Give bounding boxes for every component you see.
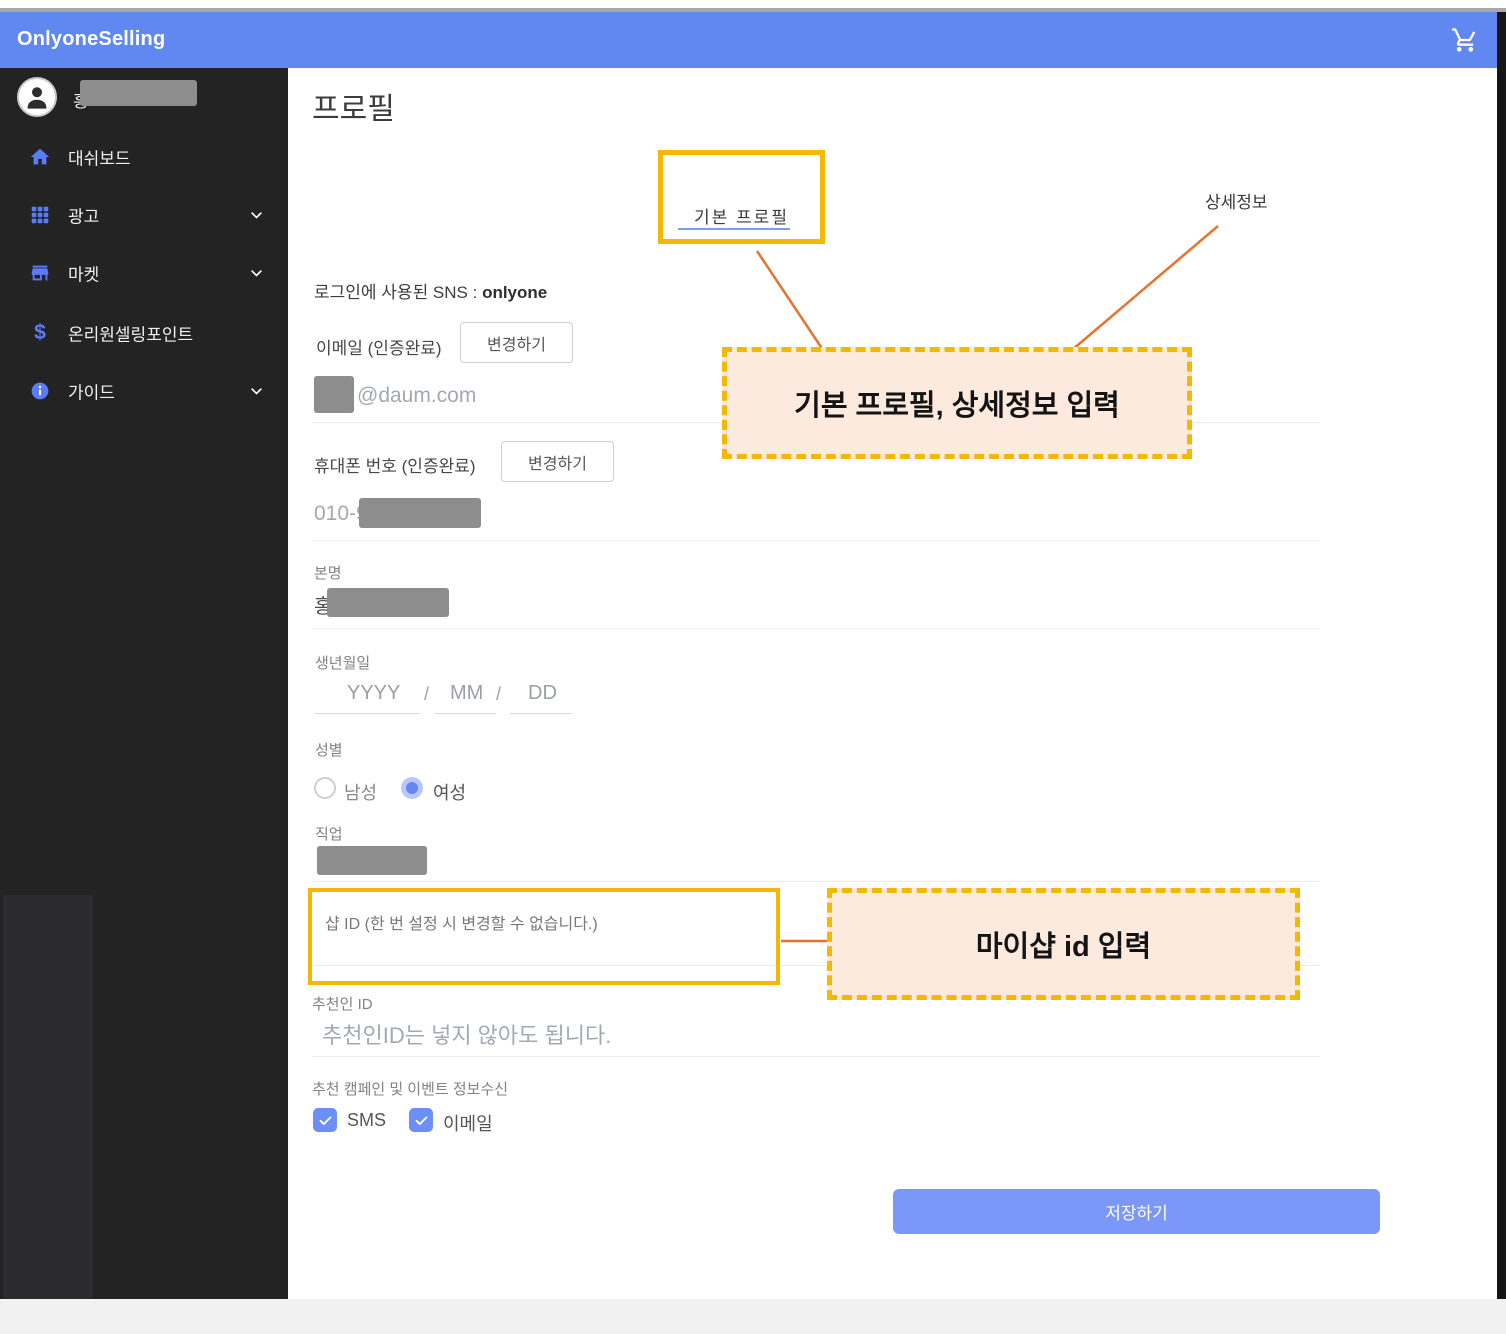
grid-icon: [28, 203, 52, 227]
check-icon: [319, 1115, 331, 1125]
redaction-real-name: [327, 588, 449, 617]
referrer-input[interactable]: 추천인ID는 넣지 않아도 됩니다.: [322, 1018, 611, 1050]
real-name-label: 본명: [314, 565, 342, 582]
birth-day-underline: [510, 713, 572, 714]
sidebar-item-label: 마켓: [68, 265, 100, 285]
sns-login-info: 로그인에 사용된 SNS : onlyone: [314, 278, 547, 303]
tab-active-underline: [678, 228, 790, 230]
dollar-icon: $: [34, 321, 46, 344]
email-checkbox-label[interactable]: 이메일: [443, 1110, 493, 1136]
sms-checkbox-label[interactable]: SMS: [347, 1110, 386, 1131]
birth-label: 생년월일: [315, 655, 371, 672]
info-icon: [28, 379, 52, 403]
gender-label: 성별: [315, 742, 343, 759]
divider: [312, 628, 1320, 629]
date-separator: /: [496, 684, 502, 704]
sidebar-scroll-region: [3, 895, 93, 1299]
birth-month-input[interactable]: MM: [450, 682, 483, 705]
sns-label: 로그인에 사용된 SNS :: [314, 283, 483, 302]
brand-logo: OnlyoneSelling: [17, 28, 166, 50]
tab-basic-profile[interactable]: 기본 프로필: [663, 203, 820, 228]
check-icon: [415, 1115, 427, 1125]
sidebar-item-ads[interactable]: 광고: [0, 192, 288, 238]
birth-year-underline: [314, 713, 420, 714]
email-change-button[interactable]: 변경하기: [460, 322, 573, 363]
sms-checkbox[interactable]: [313, 1108, 337, 1132]
chevron-down-icon: [249, 266, 264, 281]
cart-icon[interactable]: [1451, 26, 1479, 54]
redaction-job: [317, 846, 427, 875]
redaction-phone: [359, 498, 481, 528]
home-icon: [28, 145, 52, 169]
tab-highlight-box: 기본 프로필: [658, 150, 825, 244]
sidebar-item-guide[interactable]: 가이드: [0, 368, 288, 414]
detail-tab-note: 상세정보: [1205, 193, 1268, 212]
annotation-profile-note: 기본 프로필, 상세정보 입력: [722, 347, 1192, 459]
email-checkbox[interactable]: [409, 1108, 433, 1132]
sidebar-item-market[interactable]: 마켓: [0, 250, 288, 296]
window-right-edge: [1497, 12, 1506, 1299]
page: OnlyoneSelling 홍 대쉬보드 광고: [0, 0, 1506, 1334]
sidebar-item-label: 대쉬보드: [68, 149, 131, 169]
divider: [312, 540, 1320, 541]
redaction-user-name: [80, 80, 197, 106]
phone-label: 휴대폰 번호 (인증완료): [314, 457, 476, 476]
job-label: 직업: [315, 826, 343, 843]
shop-id-highlight-box: 샵 ID (한 번 설정 시 변경할 수 없습니다.): [308, 888, 780, 985]
top-strip: [0, 0, 1506, 8]
footer-strip: [0, 1299, 1506, 1334]
sidebar-item-label: 광고: [68, 207, 100, 227]
divider: [312, 1056, 1320, 1057]
store-icon: [28, 261, 52, 285]
date-separator: /: [424, 684, 430, 704]
email-label: 이메일 (인증완료): [316, 339, 442, 358]
referrer-label: 추천인 ID: [312, 996, 373, 1013]
birth-day-input[interactable]: DD: [528, 682, 557, 705]
chevron-down-icon: [249, 208, 264, 223]
annotation-shop-note: 마이샵 id 입력: [827, 888, 1300, 1000]
radio-dot: [406, 782, 418, 794]
radio-male[interactable]: [314, 777, 336, 799]
sidebar-item-points[interactable]: $ 온리원셀링포인트: [0, 310, 288, 356]
save-button[interactable]: 저장하기: [893, 1189, 1380, 1234]
divider: [312, 881, 1320, 882]
sidebar-item-label: 가이드: [68, 383, 115, 403]
sidebar-item-label: 온리원셀링포인트: [68, 325, 194, 345]
subscribe-label: 추천 캠페인 및 이벤트 정보수신: [312, 1081, 509, 1098]
avatar: [17, 77, 57, 117]
chevron-down-icon: [249, 384, 264, 399]
page-title: 프로필: [312, 93, 395, 126]
sns-value: onlyone: [482, 283, 548, 302]
birth-month-underline: [434, 713, 496, 714]
radio-female-label[interactable]: 여성: [433, 779, 466, 805]
radio-male-label[interactable]: 남성: [344, 779, 377, 805]
sidebar: 홍 대쉬보드 광고 마켓 $: [0, 68, 288, 1299]
app-header: OnlyoneSelling: [0, 12, 1497, 68]
birth-year-input[interactable]: YYYY: [347, 682, 400, 705]
phone-change-button[interactable]: 변경하기: [501, 441, 614, 482]
email-value: @daum.com: [357, 384, 477, 407]
shop-id-label[interactable]: 샵 ID (한 번 설정 시 변경할 수 없습니다.): [325, 910, 598, 934]
sidebar-item-dashboard[interactable]: 대쉬보드: [0, 134, 288, 180]
radio-female[interactable]: [401, 777, 423, 799]
redaction-email: [314, 376, 354, 413]
